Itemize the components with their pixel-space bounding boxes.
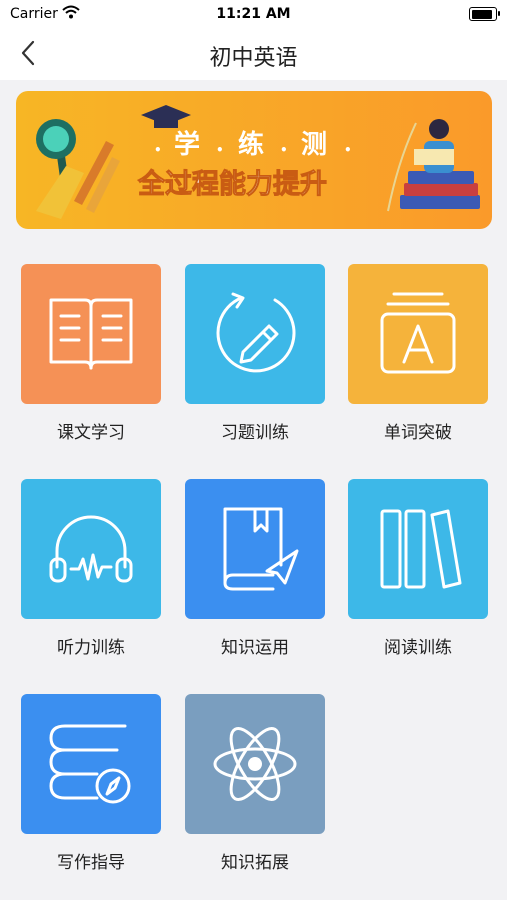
book-paper-plane-icon: [223, 507, 299, 591]
menu-item-label: 知识拓展: [221, 853, 289, 873]
menu-tile[interactable]: [348, 479, 488, 619]
books-shelf-icon: [380, 509, 462, 589]
svg-text:•: •: [154, 143, 162, 157]
headphones-icon: [49, 515, 133, 583]
menu-item-label: 课文学习: [57, 423, 125, 443]
menu-item-label: 习题训练: [221, 423, 289, 443]
banner-subtitle: 全过程能力提升: [137, 168, 327, 200]
menu-tile[interactable]: [185, 264, 325, 404]
menu-tile[interactable]: [21, 694, 161, 834]
slogan-char-2: 练: [238, 129, 264, 160]
page-title: 初中英语: [209, 46, 298, 71]
status-bar: Carrier 11:21 AM: [0, 0, 507, 28]
slogan-char-1: 学: [174, 129, 200, 160]
menu-item-label: 阅读训练: [384, 638, 452, 658]
word-card-icon: [380, 292, 456, 374]
svg-text:•: •: [216, 143, 224, 157]
menu-item[interactable]: 单词突破: [348, 264, 488, 443]
menu-tile[interactable]: [21, 264, 161, 404]
menu-item[interactable]: 知识拓展: [185, 694, 325, 873]
menu-tile[interactable]: [185, 694, 325, 834]
atom-icon: [213, 727, 297, 801]
menu-item[interactable]: 习题训练: [185, 264, 325, 443]
menu-item[interactable]: 写作指导: [21, 694, 161, 873]
status-time: 11:21 AM: [216, 6, 291, 22]
menu-item-label: 知识运用: [221, 638, 289, 658]
slogan-char-3: 测: [301, 130, 327, 160]
pencil-circle-icon: [216, 292, 296, 373]
svg-text:•: •: [344, 143, 352, 157]
banner-illustration: • 学 • 练 • 测 • 全过程能力提升: [16, 91, 492, 229]
navigation-bar: 初中英语: [0, 28, 507, 80]
open-book-icon: [49, 298, 133, 370]
menu-item-label: 单词突破: [384, 423, 452, 443]
svg-text:•: •: [280, 143, 288, 157]
menu-tile[interactable]: [21, 479, 161, 619]
menu-item[interactable]: 阅读训练: [348, 479, 488, 658]
menu-item-label: 写作指导: [57, 853, 125, 873]
menu-item[interactable]: 知识运用: [185, 479, 325, 658]
menu-item-label: 听力训练: [57, 638, 125, 658]
menu-item[interactable]: 听力训练: [21, 479, 161, 658]
books-compass-icon: [49, 724, 131, 804]
battery-icon: [469, 7, 500, 21]
promo-banner[interactable]: • 学 • 练 • 测 • 全过程能力提升: [16, 91, 492, 229]
menu-tile[interactable]: [348, 264, 488, 404]
menu-tile[interactable]: [185, 479, 325, 619]
menu-item[interactable]: 课文学习: [21, 264, 161, 443]
